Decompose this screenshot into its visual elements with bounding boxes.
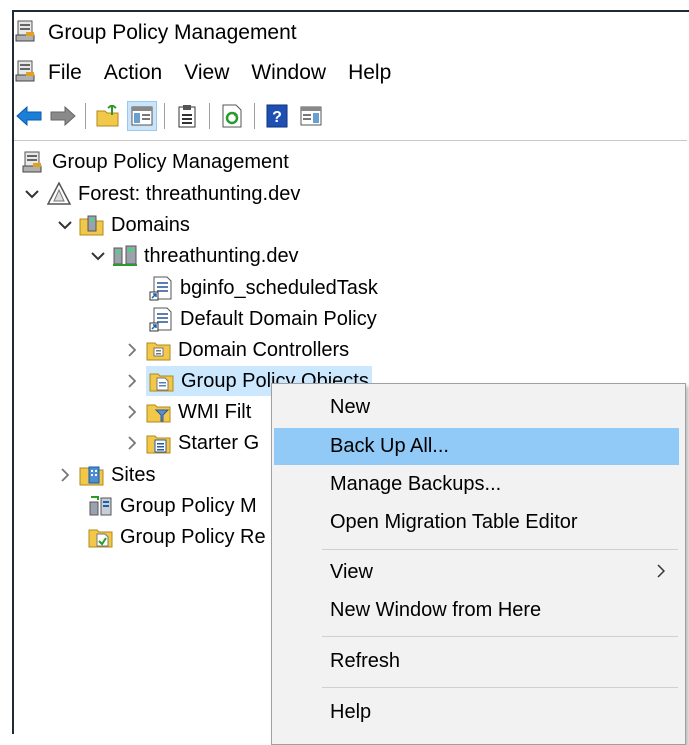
- forest-icon: [46, 181, 72, 207]
- tree-item-starter-gpos[interactable]: Starter G: [122, 428, 259, 458]
- chevron-down-icon[interactable]: [88, 246, 108, 266]
- menu-item-migration-table-label: Open Migration Table Editor: [330, 511, 578, 533]
- clipboard-icon[interactable]: [172, 101, 202, 131]
- tree-label-wmi-filters: WMI Filt: [178, 400, 252, 423]
- menu-separator: [322, 636, 678, 637]
- submenu-arrow-icon: [657, 561, 666, 584]
- menu-separator: [322, 687, 678, 688]
- up-folder-icon[interactable]: [93, 101, 123, 131]
- help-icon[interactable]: ?: [262, 101, 292, 131]
- tree-label-sites: Sites: [111, 463, 156, 486]
- toolbar-divider: [14, 140, 687, 141]
- sites-folder-icon: [79, 462, 105, 488]
- gpmc-app-icon: [14, 19, 38, 48]
- menu-item-new-label: New: [330, 396, 371, 418]
- tree-label-gp-results: Group Policy Re: [120, 525, 266, 548]
- tree-label-starter-gpos: Starter G: [178, 431, 260, 454]
- gpo-link-icon: [148, 306, 174, 332]
- menu-file[interactable]: File: [38, 61, 93, 85]
- toolbar-separator: [254, 103, 255, 129]
- gpo-container-icon: [149, 368, 175, 394]
- forward-arrow-icon[interactable]: [48, 101, 78, 131]
- tree-item-domain[interactable]: threathunting.dev: [88, 241, 299, 271]
- domain-icon: [112, 243, 138, 269]
- tree-item-sites[interactable]: Sites: [55, 460, 155, 490]
- tree-label-domain-controllers: Domain Controllers: [178, 338, 350, 361]
- menu-item-back-up-all[interactable]: Back Up All...: [274, 428, 679, 465]
- menu-help[interactable]: Help: [337, 61, 402, 85]
- gpmc-icon: [20, 149, 46, 175]
- domains-folder-icon: [79, 212, 105, 238]
- title-bar: Group Policy Management: [14, 16, 674, 50]
- window-title: Group Policy Management: [48, 21, 297, 44]
- chevron-right-icon[interactable]: [122, 433, 142, 453]
- menu-view[interactable]: View: [173, 61, 240, 85]
- tree-label-gpo-scheduled: bginfo_scheduledTask: [180, 276, 378, 299]
- tree-item-wmi-filters[interactable]: WMI Filt: [122, 397, 251, 427]
- menu-bar: File Action View Window Help: [14, 56, 674, 90]
- tree-item-domain-controllers[interactable]: Domain Controllers: [122, 335, 349, 365]
- menu-window[interactable]: Window: [240, 61, 337, 85]
- menu-item-refresh[interactable]: Refresh: [274, 643, 679, 680]
- show-hide-tree-icon[interactable]: [127, 101, 157, 131]
- tree-label-root: Group Policy Management: [52, 150, 289, 173]
- console-icon[interactable]: [14, 59, 38, 88]
- menu-item-manage-backups[interactable]: Manage Backups...: [274, 466, 679, 503]
- tree-label-domains: Domains: [111, 213, 190, 236]
- chevron-right-icon[interactable]: [122, 371, 142, 391]
- tree-label-gpo-default: Default Domain Policy: [180, 307, 377, 330]
- tree-item-root[interactable]: Group Policy Management: [20, 147, 289, 177]
- tree-item-gp-results[interactable]: Group Policy Re: [88, 522, 266, 552]
- toolbar-separator: [164, 103, 165, 129]
- chevron-right-icon[interactable]: [122, 402, 142, 422]
- toolbar-separator: [209, 103, 210, 129]
- menu-item-back-up-all-label: Back Up All...: [330, 435, 449, 457]
- menu-item-view-label: View: [330, 561, 373, 583]
- chevron-down-icon[interactable]: [22, 184, 42, 204]
- tree-item-gpo-scheduled[interactable]: bginfo_scheduledTask: [148, 273, 378, 303]
- back-arrow-icon[interactable]: [14, 101, 44, 131]
- menu-item-help-label: Help: [330, 701, 372, 723]
- toolbar: ?: [14, 96, 674, 136]
- tree-item-domains[interactable]: Domains: [55, 210, 190, 240]
- starter-gpo-folder-icon: [146, 430, 172, 456]
- menu-item-manage-backups-label: Manage Backups...: [330, 473, 502, 495]
- toolbar-separator: [85, 103, 86, 129]
- menu-separator: [322, 549, 678, 550]
- tree-item-gpo-default[interactable]: Default Domain Policy: [148, 304, 377, 334]
- tree-label-forest: Forest: threathunting.dev: [78, 182, 301, 205]
- gpo-link-icon: [148, 275, 174, 301]
- chevron-right-icon[interactable]: [55, 465, 75, 485]
- ou-folder-icon: [146, 337, 172, 363]
- menu-item-new[interactable]: New: [274, 389, 679, 426]
- chevron-down-icon[interactable]: [55, 215, 75, 235]
- menu-item-migration-table[interactable]: Open Migration Table Editor: [274, 504, 679, 541]
- menu-item-view[interactable]: View: [274, 554, 679, 591]
- wmi-filter-folder-icon: [146, 399, 172, 425]
- chevron-right-icon[interactable]: [122, 340, 142, 360]
- gp-results-folder-icon: [88, 524, 114, 550]
- context-menu: New Back Up All... Manage Backups... Ope…: [271, 383, 686, 745]
- menu-item-new-window[interactable]: New Window from Here: [274, 592, 679, 629]
- tree-item-forest[interactable]: Forest: threathunting.dev: [22, 179, 300, 209]
- tree-label-domain: threathunting.dev: [144, 244, 299, 267]
- show-action-pane-icon[interactable]: [296, 101, 326, 131]
- menu-item-refresh-label: Refresh: [330, 650, 401, 672]
- tree-item-gp-modeling[interactable]: Group Policy M: [88, 491, 257, 521]
- menu-item-new-window-label: New Window from Here: [330, 599, 542, 621]
- svg-text:?: ?: [272, 109, 282, 126]
- tree-label-gp-modeling: Group Policy M: [120, 494, 257, 517]
- menu-item-help[interactable]: Help: [274, 694, 679, 731]
- menu-action[interactable]: Action: [93, 61, 173, 85]
- refresh-icon[interactable]: [217, 101, 247, 131]
- gp-modeling-icon: [88, 493, 114, 519]
